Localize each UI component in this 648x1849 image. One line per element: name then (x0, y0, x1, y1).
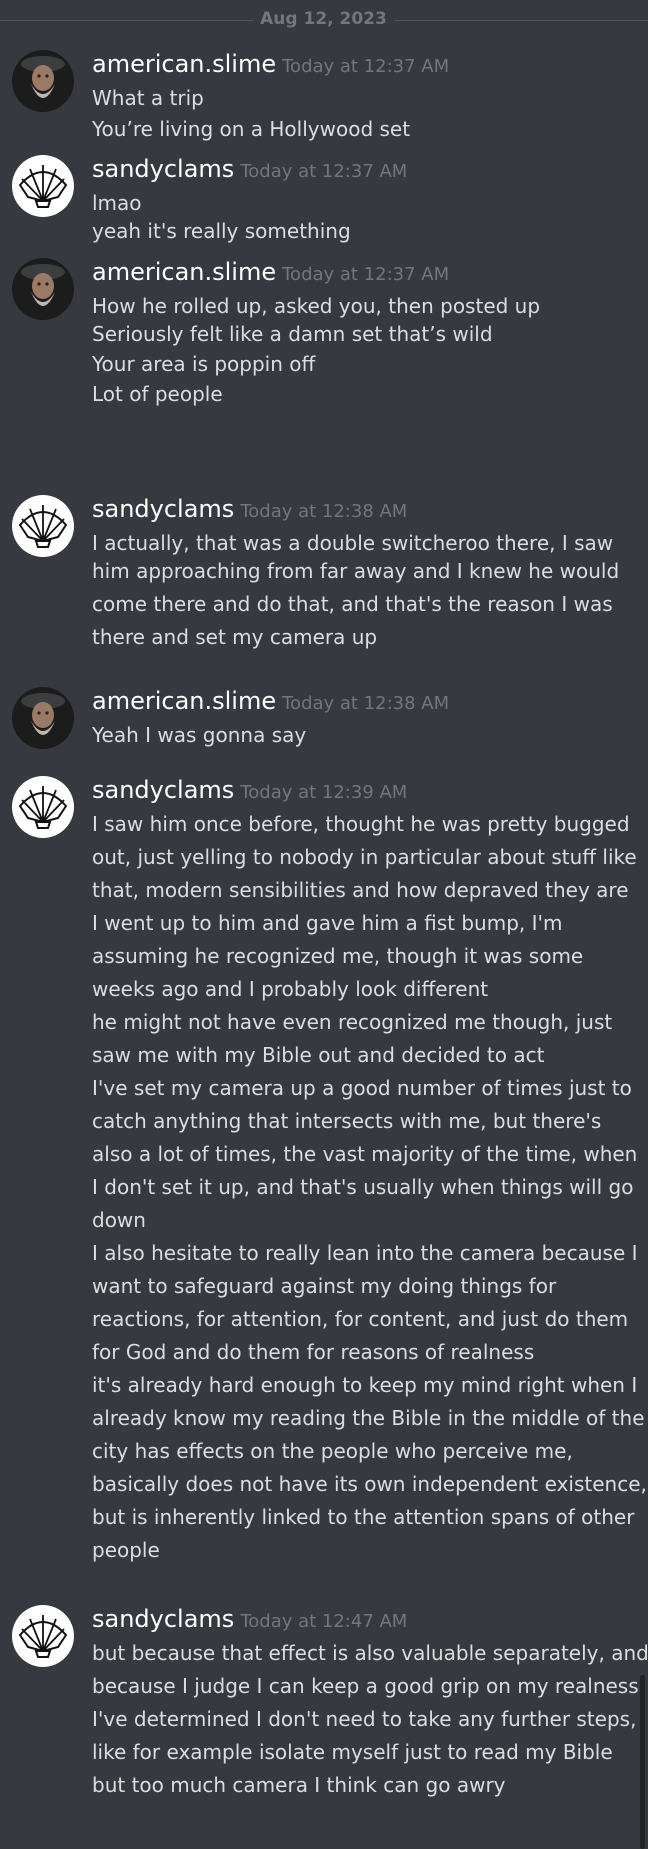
message-line: but because that effect is also valuable… (92, 1641, 648, 1665)
timestamp[interactable]: Today at 12:38 AM (240, 501, 407, 522)
message-header: sandyclams Today at 12:38 AM (92, 495, 407, 525)
message-line: Seriously felt like a damn set that’s wi… (92, 322, 493, 346)
message-line: that, modern sensibilities and how depra… (92, 878, 629, 902)
avatar[interactable] (12, 1605, 74, 1667)
message-header: sandyclams Today at 12:47 AM (92, 1605, 407, 1635)
timestamp[interactable]: Today at 12:47 AM (240, 1611, 407, 1632)
shell-icon (13, 496, 73, 556)
username[interactable]: american.slime (92, 687, 276, 715)
avatar[interactable] (12, 50, 74, 112)
shell-icon (13, 156, 73, 216)
message-line: weeks ago and I probably look different (92, 977, 489, 1001)
message-line: reactions, for attention, for content, a… (92, 1307, 629, 1331)
message-header: sandyclams Today at 12:37 AM (92, 155, 407, 185)
message-line: I saw him once before, thought he was pr… (92, 812, 630, 836)
bearded-man-avatar-icon (12, 258, 74, 320)
message-line: basically does not have its own independ… (92, 1472, 647, 1496)
username[interactable]: sandyclams (92, 1605, 234, 1633)
bearded-man-avatar-icon (12, 50, 74, 112)
avatar[interactable] (12, 155, 74, 217)
message-line: You’re living on a Hollywood set (92, 117, 411, 141)
message-line: yeah it's really something (92, 219, 351, 243)
message-header: american.slime Today at 12:38 AM (92, 687, 449, 717)
scrollbar-thumb[interactable] (640, 1675, 645, 1849)
message-line: come there and do that, and that's the r… (92, 592, 613, 616)
date-divider: Aug 12, 2023 (0, 9, 648, 29)
avatar[interactable] (12, 258, 74, 320)
message-line: out, just yelling to nobody in particula… (92, 845, 637, 869)
bearded-man-avatar-icon (12, 687, 74, 749)
message-line: also a lot of times, the vast majority o… (92, 1142, 638, 1166)
username[interactable]: american.slime (92, 50, 276, 78)
message-line: I also hesitate to really lean into the … (92, 1241, 638, 1265)
message-line: it's already hard enough to keep my mind… (92, 1373, 638, 1397)
message-line: like for example isolate myself just to … (92, 1740, 613, 1764)
avatar[interactable] (12, 495, 74, 557)
message-line: he might not have even recognized me tho… (92, 1010, 613, 1034)
message-line: already know my reading the Bible in the… (92, 1406, 645, 1430)
timestamp[interactable]: Today at 12:37 AM (282, 56, 449, 77)
message-line: Yeah I was gonna say (92, 723, 307, 747)
message-line: I've set my camera up a good number of t… (92, 1076, 632, 1100)
message-line: him approaching from far away and I knew… (92, 559, 620, 583)
divider-line-left (0, 20, 253, 21)
username[interactable]: sandyclams (92, 776, 234, 804)
chat-log: Aug 12, 2023 american.slime Today at 12:3… (0, 0, 648, 1849)
date-divider-label: Aug 12, 2023 (260, 9, 387, 29)
message-line: I've determined I don't need to take any… (92, 1707, 637, 1731)
message-header: american.slime Today at 12:37 AM (92, 258, 449, 288)
avatar[interactable] (12, 776, 74, 838)
username[interactable]: sandyclams (92, 155, 234, 183)
message-line: assuming he recognized me, though it was… (92, 944, 584, 968)
shell-icon (13, 1606, 73, 1666)
avatar[interactable] (12, 687, 74, 749)
message-line: down (92, 1208, 146, 1232)
message-line: I don't set it up, and that's usually wh… (92, 1175, 634, 1199)
message-line: but is inherently linked to the attentio… (92, 1505, 635, 1529)
message-line: saw me with my Bible out and decided to … (92, 1043, 545, 1067)
message-line: want to safeguard against my doing thing… (92, 1274, 557, 1298)
message-line: Lot of people (92, 382, 223, 406)
message-line: people (92, 1538, 160, 1562)
message-line: Your area is poppin off (92, 352, 316, 376)
divider-line-right (394, 20, 648, 21)
message-header: sandyclams Today at 12:39 AM (92, 776, 407, 806)
message-line: for God and do them for reasons of realn… (92, 1340, 535, 1364)
message-line: there and set my camera up (92, 625, 378, 649)
message-header: american.slime Today at 12:37 AM (92, 50, 449, 80)
timestamp[interactable]: Today at 12:37 AM (282, 264, 449, 285)
message-line: city has effects on the people who perce… (92, 1439, 573, 1463)
message-line: What a trip (92, 86, 204, 110)
message-line: catch anything that intersects with me, … (92, 1109, 602, 1133)
shell-icon (13, 777, 73, 837)
timestamp[interactable]: Today at 12:37 AM (240, 161, 407, 182)
timestamp[interactable]: Today at 12:38 AM (282, 693, 449, 714)
username[interactable]: american.slime (92, 258, 276, 286)
message-line: but too much camera I think can go awry (92, 1773, 506, 1797)
message-line: because I judge I can keep a good grip o… (92, 1674, 646, 1698)
message-line: I went up to him and gave him a fist bum… (92, 911, 563, 935)
timestamp[interactable]: Today at 12:39 AM (240, 782, 407, 803)
username[interactable]: sandyclams (92, 495, 234, 523)
